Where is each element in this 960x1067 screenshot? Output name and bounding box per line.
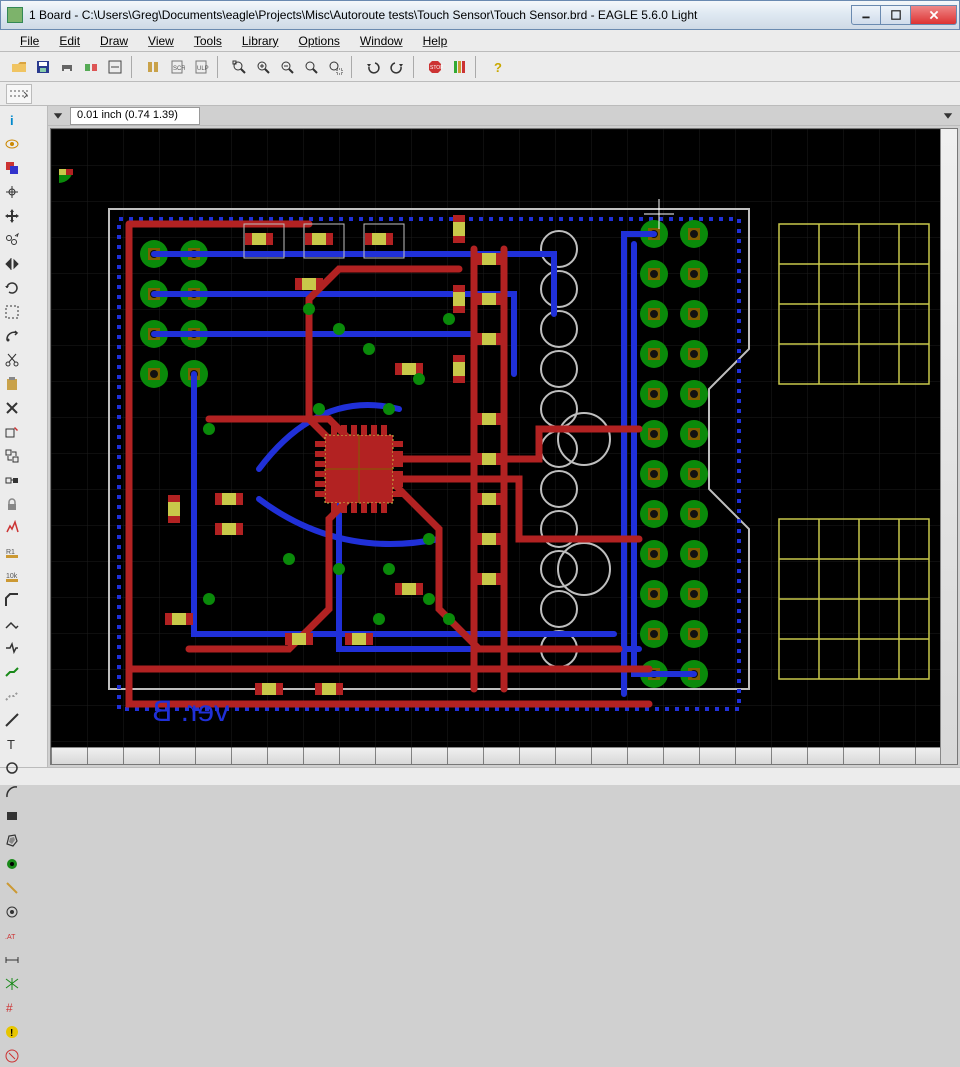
via-tool[interactable]: [1, 853, 23, 875]
arc-tool[interactable]: [1, 781, 23, 803]
change-tool[interactable]: [1, 325, 23, 347]
help-button[interactable]: ?: [486, 56, 508, 78]
canvas-dropdown-button[interactable]: [940, 108, 956, 124]
svg-text:?: ?: [494, 60, 502, 75]
script-button[interactable]: SCR: [166, 56, 188, 78]
signal-tool[interactable]: [1, 877, 23, 899]
minimize-button[interactable]: [851, 5, 881, 25]
svg-text:.AT: .AT: [5, 934, 16, 941]
zoom-in-button[interactable]: [252, 56, 274, 78]
route-tool[interactable]: [1, 661, 23, 683]
silk-version-text: ver. B: [152, 695, 229, 728]
dimension-tool[interactable]: [1, 949, 23, 971]
board-canvas[interactable]: ver. B: [50, 128, 958, 765]
rect-tool[interactable]: [1, 805, 23, 827]
status-bar: [0, 767, 960, 785]
move-tool[interactable]: [1, 205, 23, 227]
menu-view[interactable]: View: [140, 32, 182, 50]
undo-button[interactable]: [362, 56, 384, 78]
zoom-select-button[interactable]: [324, 56, 346, 78]
value-tool[interactable]: 10k: [1, 565, 23, 587]
cut-tool[interactable]: [1, 349, 23, 371]
ratsnest-tool[interactable]: [1, 973, 23, 995]
name-tool[interactable]: R1: [1, 541, 23, 563]
save-button[interactable]: [32, 56, 54, 78]
toolbar-top: SCR ULP STOP ?: [0, 52, 960, 82]
copy-tool[interactable]: [1, 229, 23, 251]
zoom-out-button[interactable]: [276, 56, 298, 78]
go-button[interactable]: [448, 56, 470, 78]
svg-text:STOP: STOP: [430, 65, 443, 71]
menu-edit[interactable]: Edit: [51, 32, 88, 50]
svg-text:i: i: [10, 113, 14, 128]
maximize-button[interactable]: [881, 5, 911, 25]
stop-button[interactable]: STOP: [424, 56, 446, 78]
ulp-button[interactable]: ULP: [190, 56, 212, 78]
circle-tool[interactable]: [1, 757, 23, 779]
info-tool[interactable]: i: [1, 109, 23, 131]
use-library-button[interactable]: [142, 56, 164, 78]
lock-tool[interactable]: [1, 493, 23, 515]
open-button[interactable]: [8, 56, 30, 78]
auto-tool[interactable]: #: [1, 997, 23, 1019]
redo-button[interactable]: [386, 56, 408, 78]
paste-tool[interactable]: [1, 373, 23, 395]
smash-tool[interactable]: [1, 517, 23, 539]
rotate-tool[interactable]: [1, 277, 23, 299]
group-tool[interactable]: [1, 301, 23, 323]
optimize-tool[interactable]: [1, 637, 23, 659]
delete-tool[interactable]: [1, 397, 23, 419]
menu-library[interactable]: Library: [234, 32, 287, 50]
svg-text:!: !: [10, 1028, 13, 1039]
switch-schematic-button[interactable]: [104, 56, 126, 78]
menu-help[interactable]: Help: [415, 32, 456, 50]
attribute-tool[interactable]: .AT: [1, 925, 23, 947]
replace-tool[interactable]: [1, 469, 23, 491]
ripup-tool[interactable]: [1, 685, 23, 707]
miter-tool[interactable]: [1, 589, 23, 611]
menu-tools[interactable]: Tools: [186, 32, 230, 50]
menubar: File Edit Draw View Tools Library Option…: [0, 30, 960, 52]
show-tool[interactable]: [1, 133, 23, 155]
print-button[interactable]: [56, 56, 78, 78]
menu-draw[interactable]: Draw: [92, 32, 136, 50]
erc-tool[interactable]: !: [1, 1021, 23, 1043]
svg-text:T: T: [7, 737, 15, 752]
zoom-fit-button[interactable]: [228, 56, 250, 78]
mark-tool[interactable]: [1, 181, 23, 203]
close-button[interactable]: [911, 5, 957, 25]
toolbox: i R1 10k T .AT #: [0, 106, 48, 767]
params-bar: [0, 82, 960, 106]
hole-tool[interactable]: [1, 901, 23, 923]
pinswap-tool[interactable]: [1, 445, 23, 467]
grid-style-button[interactable]: [6, 84, 32, 104]
window-titlebar: 1 Board - C:\Users\Greg\Documents\eagle\…: [0, 0, 960, 30]
polygon-tool[interactable]: [1, 829, 23, 851]
pcb-artwork: ver. B: [59, 169, 939, 729]
cam-button[interactable]: [80, 56, 102, 78]
add-tool[interactable]: [1, 421, 23, 443]
errors-tool[interactable]: [1, 1045, 23, 1067]
mirror-tool[interactable]: [1, 253, 23, 275]
menu-file[interactable]: File: [12, 32, 47, 50]
display-layers-tool[interactable]: [1, 157, 23, 179]
svg-text:SCR: SCR: [173, 66, 185, 72]
menu-window[interactable]: Window: [352, 32, 411, 50]
window-title: 1 Board - C:\Users\Greg\Documents\eagle\…: [29, 8, 851, 22]
coord-bar: 0.01 inch (0.74 1.39): [48, 106, 960, 126]
menu-options[interactable]: Options: [291, 32, 348, 50]
zoom-redraw-button[interactable]: [300, 56, 322, 78]
app-icon: [7, 7, 23, 23]
coord-dropdown-button[interactable]: [50, 108, 66, 124]
svg-text:#: #: [6, 1001, 13, 1015]
split-tool[interactable]: [1, 613, 23, 635]
svg-text:ULP: ULP: [197, 66, 209, 72]
text-tool[interactable]: T: [1, 733, 23, 755]
svg-text:R1: R1: [6, 549, 15, 556]
svg-text:10k: 10k: [6, 573, 18, 580]
coord-readout: 0.01 inch (0.74 1.39): [70, 107, 200, 125]
wire-tool[interactable]: [1, 709, 23, 731]
